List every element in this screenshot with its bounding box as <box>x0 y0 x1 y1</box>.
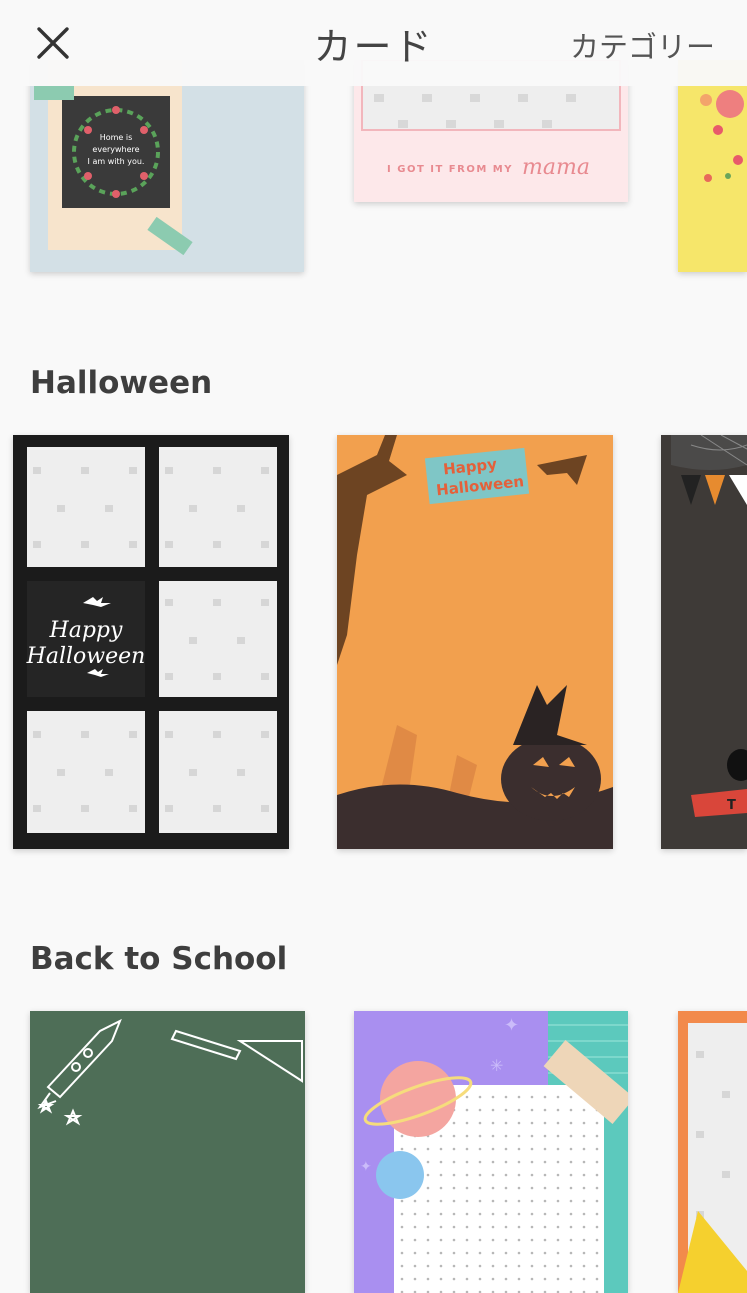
svg-text:mama: mama <box>522 155 590 180</box>
svg-text:I GOT IT FROM MY: I GOT IT FROM MY <box>387 164 513 175</box>
svg-text:Happy: Happy <box>49 618 123 643</box>
section-title-halloween: Halloween <box>30 365 213 401</box>
card-orange-frame[interactable] <box>678 1011 747 1293</box>
category-button[interactable]: カテゴリー <box>570 24 715 66</box>
spider-card-text: T <box>727 798 736 813</box>
card-happy-halloween-pumpkin[interactable]: Happy Halloween <box>337 435 613 849</box>
svg-text:✦: ✦ <box>504 1015 519 1036</box>
top-bar: カード カテゴリー <box>0 0 747 86</box>
svg-text:everywhere: everywhere <box>92 145 139 154</box>
svg-text:Home is: Home is <box>100 133 133 142</box>
svg-text:Halloween: Halloween <box>26 644 146 669</box>
svg-text:I am with you.: I am with you. <box>88 157 145 166</box>
yellow-floral-card[interactable] <box>678 60 747 272</box>
card-halloween-spider-card[interactable]: T <box>661 435 747 849</box>
home-wreath-card[interactable]: Home is everywhere I am with you. <box>30 60 304 272</box>
card-chalkboard[interactable] <box>30 1011 305 1293</box>
svg-text:✳: ✳ <box>490 1056 503 1075</box>
section-title-back-to-school: Back to School <box>30 941 288 977</box>
svg-text:✦: ✦ <box>360 1159 372 1175</box>
card-happy-halloween-collage[interactable]: Happy Halloween <box>13 435 289 849</box>
card-space-notebook[interactable]: ✦ ✦ ✳ <box>354 1011 628 1293</box>
